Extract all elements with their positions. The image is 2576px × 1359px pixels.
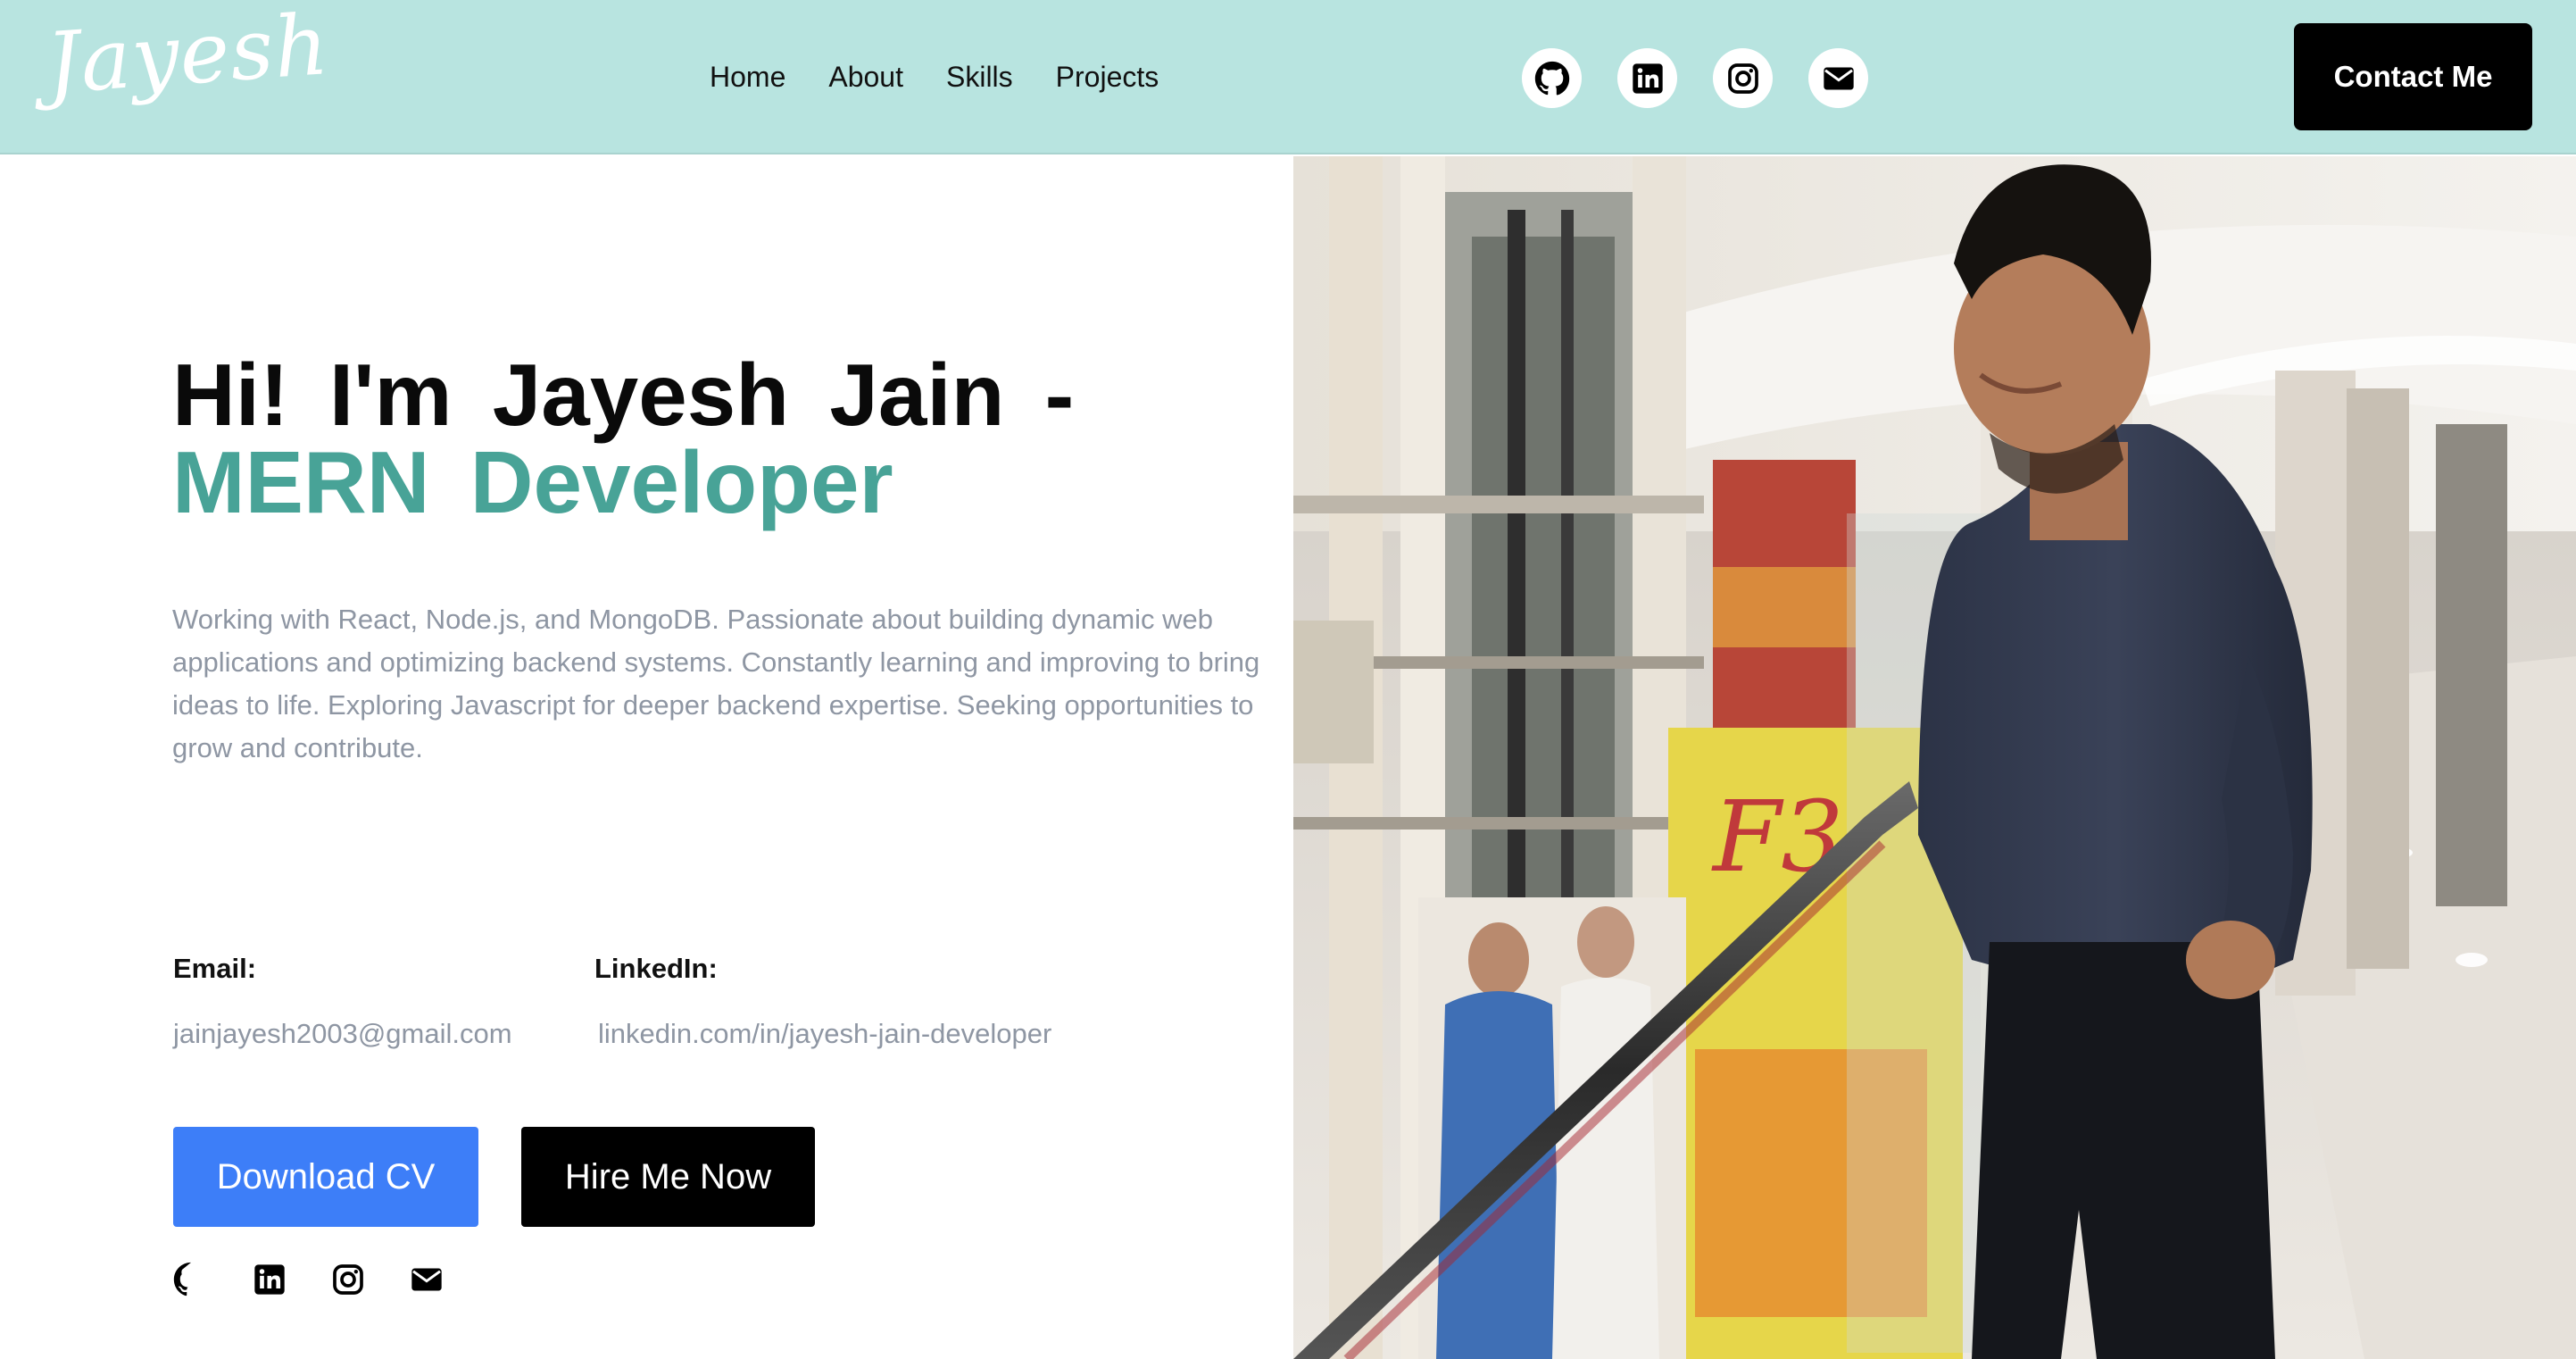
email-icon <box>411 1268 442 1291</box>
hero-title: Hi! I'm Jayesh Jain - MERN Developer <box>172 351 1109 526</box>
hero-social-links <box>173 1262 445 1297</box>
instagram-icon <box>333 1264 363 1295</box>
instagram-icon <box>1727 63 1758 94</box>
hire-me-button[interactable]: Hire Me Now <box>521 1127 815 1227</box>
instagram-link[interactable] <box>330 1262 366 1297</box>
linkedin-link[interactable] <box>252 1262 287 1297</box>
linkedin-icon <box>254 1264 285 1295</box>
nav-link-home[interactable]: Home <box>710 61 785 94</box>
email-icon <box>1823 67 1854 89</box>
github-icon <box>173 1262 191 1296</box>
download-cv-button[interactable]: Download CV <box>173 1127 478 1227</box>
hero-title-intro: Hi! I'm Jayesh Jain - <box>172 346 1075 444</box>
linkedin-value[interactable]: linkedin.com/in/jayesh-jain-developer <box>598 1018 1051 1050</box>
github-link[interactable] <box>173 1262 209 1297</box>
github-link[interactable] <box>1522 48 1582 108</box>
nav-link-skills[interactable]: Skills <box>946 61 1013 94</box>
contact-me-button[interactable]: Contact Me <box>2294 23 2532 130</box>
profile-photo: F3 <box>1293 156 2576 1359</box>
linkedin-icon <box>1632 63 1663 94</box>
linkedin-link[interactable] <box>1617 48 1677 108</box>
email-link[interactable] <box>409 1262 445 1297</box>
header-social-links <box>1522 48 1868 108</box>
logo[interactable]: Jayesh <box>43 0 332 113</box>
email-label: Email: <box>173 953 257 984</box>
portrait-photo-illustration: F3 <box>1293 156 2576 1359</box>
github-icon <box>1534 61 1569 95</box>
hero-title-role: MERN Developer <box>172 433 893 531</box>
nav-link-about[interactable]: About <box>828 61 903 94</box>
navbar: Jayesh Home About Skills Projects Contac… <box>0 0 2576 154</box>
email-value[interactable]: jainjayesh2003@gmail.com <box>173 1018 512 1050</box>
email-link[interactable] <box>1808 48 1868 108</box>
nav-links: Home About Skills Projects <box>710 0 1159 154</box>
linkedin-label: LinkedIn: <box>594 953 718 984</box>
hero-description: Working with React, Node.js, and MongoDB… <box>172 604 1260 763</box>
nav-link-projects[interactable]: Projects <box>1056 61 1159 94</box>
instagram-link[interactable] <box>1713 48 1773 108</box>
